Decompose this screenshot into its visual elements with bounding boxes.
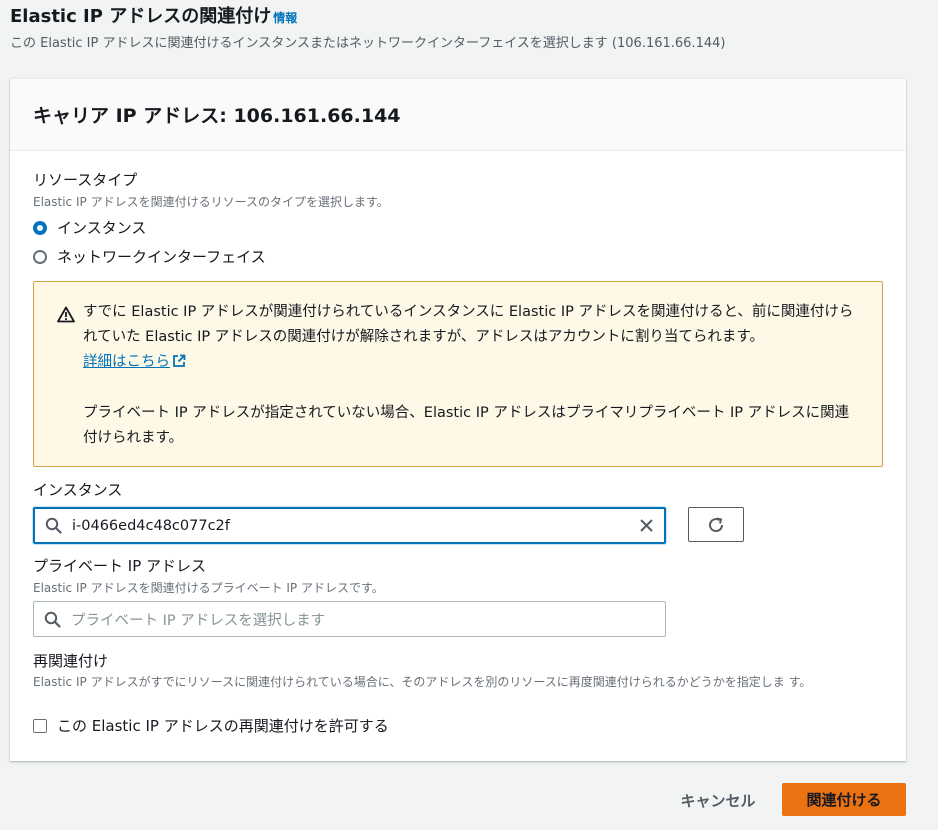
checkbox[interactable] — [33, 718, 47, 733]
reassociation-description: Elastic IP アドレスがすでにリソースに関連付けられている場合に、そのア… — [33, 675, 812, 689]
panel-title: キャリア IP アドレス: 106.161.66.144 — [33, 105, 401, 127]
private-ip-select[interactable]: プライベート IP アドレスを選択します — [33, 601, 666, 637]
alert-note: プライベート IP アドレスが指定されていない場合、Elastic IP アドレ… — [83, 405, 850, 446]
instance-value: i-0466ed4c48c077c2f — [72, 517, 230, 534]
alert-text: すでに Elastic IP アドレスが関連付けられているインスタンスに Ela… — [83, 304, 854, 345]
learn-more-link[interactable]: 詳細はこちら — [83, 354, 186, 370]
page-header: Elastic IP アドレスの関連付け 情報 この Elastic IP アドレ… — [10, 4, 938, 51]
radio-button-selected[interactable] — [33, 220, 47, 235]
info-link[interactable]: 情報 — [273, 11, 297, 25]
search-icon — [45, 517, 62, 534]
resource-type-description: Elastic IP アドレスを関連付けるリソースのタイプを選択します。 — [33, 195, 389, 209]
clear-icon[interactable] — [639, 518, 654, 533]
associate-button[interactable]: 関連付ける — [782, 783, 906, 816]
private-ip-placeholder: プライベート IP アドレスを選択します — [71, 612, 326, 629]
external-link-icon — [172, 352, 186, 377]
reassociation-label: 再関連付け — [33, 652, 109, 670]
checkbox-label: この Elastic IP アドレスの再関連付けを許可する — [57, 717, 389, 735]
allow-reassociation-checkbox[interactable]: この Elastic IP アドレスの再関連付けを許可する — [33, 715, 389, 736]
radio-network-interface-label: ネットワークインターフェイス — [57, 248, 266, 266]
refresh-icon — [707, 516, 725, 534]
warning-alert: すでに Elastic IP アドレスが関連付けられているインスタンスに Ela… — [33, 281, 883, 467]
search-icon — [44, 611, 61, 628]
warning-icon — [57, 306, 75, 327]
private-ip-description: Elastic IP アドレスを関連付けるプライベート IP アドレスです。 — [33, 581, 384, 595]
page-title: Elastic IP アドレスの関連付け 情報 — [10, 4, 938, 31]
radio-instance[interactable]: インスタンス — [33, 217, 146, 238]
page-description: この Elastic IP アドレスに関連付けるインスタンスまたはネットワークイ… — [10, 36, 726, 51]
refresh-button[interactable] — [688, 507, 744, 542]
resource-type-label: リソースタイプ — [33, 171, 138, 189]
page-title-text: Elastic IP アドレスの関連付け — [10, 6, 272, 27]
instance-label: インスタンス — [33, 481, 123, 499]
association-panel: キャリア IP アドレス: 106.161.66.144 リソースタイプ Ela… — [10, 78, 906, 761]
alert-body: すでに Elastic IP アドレスが関連付けられているインスタンスに Ela… — [83, 300, 863, 451]
private-ip-label: プライベート IP アドレス — [33, 557, 207, 575]
radio-network-interface[interactable]: ネットワークインターフェイス — [33, 246, 266, 267]
learn-more-link-text: 詳細はこちら — [83, 354, 170, 370]
radio-instance-label: インスタンス — [57, 219, 147, 237]
radio-button[interactable] — [33, 249, 47, 264]
instance-search-input[interactable]: i-0466ed4c48c077c2f — [33, 507, 666, 544]
cancel-button[interactable]: キャンセル — [666, 784, 770, 816]
panel-header: キャリア IP アドレス: 106.161.66.144 — [10, 79, 906, 151]
